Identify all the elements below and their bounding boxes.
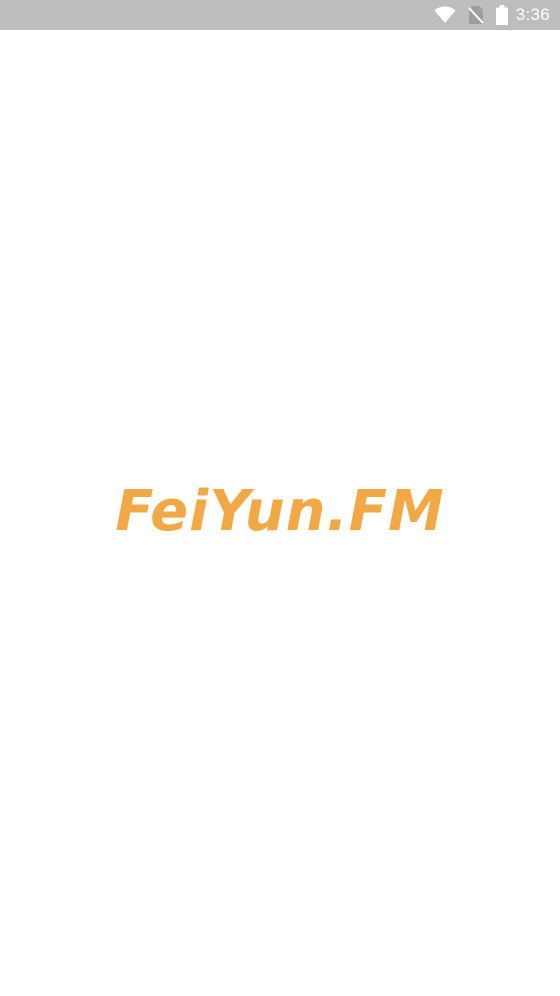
no-sim-icon: [467, 5, 484, 25]
status-bar: 3:36: [0, 0, 560, 30]
splash-content: FeiYun.FM: [0, 30, 560, 996]
splash-screen: 3:36 FeiYun.FM: [0, 0, 560, 996]
app-logo-text: FeiYun.FM: [115, 479, 445, 544]
battery-icon: [495, 5, 508, 25]
wifi-icon: [434, 6, 456, 24]
status-time: 3:36: [515, 5, 550, 24]
